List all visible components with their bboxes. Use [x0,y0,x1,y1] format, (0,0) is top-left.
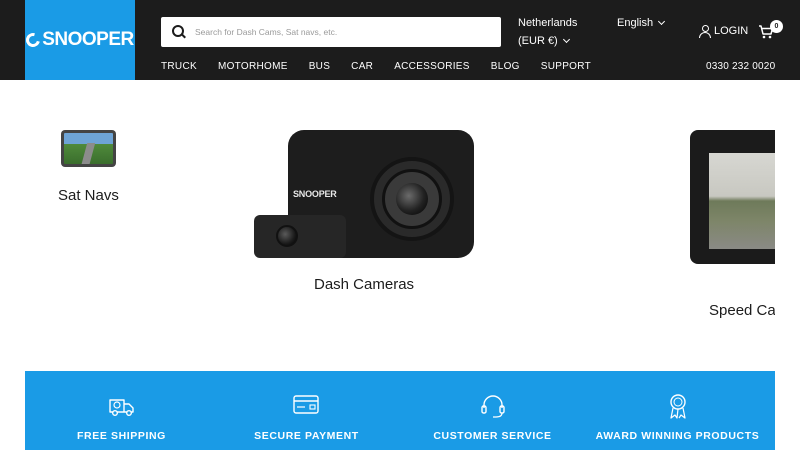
feature-title: AWARD WINNING PRODUCTS [595,430,760,442]
phone-number[interactable]: 0330 232 0020 [706,61,775,72]
language-label: English [617,17,654,29]
login-link[interactable]: LOGIN [699,25,749,38]
nav-truck[interactable]: TRUCK [161,61,197,72]
feature-title: CUSTOMER SERVICE [433,430,552,442]
currency-selector[interactable]: (EUR €) [518,35,570,47]
dashcam-brand-label: SNOOPER [293,189,337,199]
country-label: Netherlands [518,17,578,29]
logo-wordmark: SNOOPER [23,29,134,51]
nav-motorhome[interactable]: MOTORHOME [218,61,288,72]
dashcam-lens [396,183,428,215]
rear-camera-lens [276,225,298,247]
search-icon[interactable] [161,17,191,47]
delivery-truck-icon [109,399,134,417]
site-header: SNOOPER Netherlands (EUR €) English LOGI… [0,0,800,80]
chevron-down-icon [562,35,570,44]
user-icon [699,25,711,38]
category-speedcams[interactable]: Speed Ca [709,302,776,319]
feature-title: FREE SHIPPING [77,430,166,442]
features-strip: FREE SHIPPING SECURE PAYMENT CUSTOMER SE… [25,371,775,450]
country-selector[interactable]: Netherlands [518,17,577,29]
cart-count-badge: 0 [770,20,783,33]
login-label: LOGIN [714,25,749,37]
rear-camera-image [254,215,346,258]
headset-icon [481,395,505,418]
search-bar[interactable] [161,17,501,47]
chevron-down-icon [658,17,666,26]
category-dashcams[interactable]: Dash Cameras [314,276,414,293]
snooper-logo[interactable]: SNOOPER [23,0,135,80]
satnav-image[interactable] [61,130,116,167]
carousel-edge [775,80,800,370]
nav-car[interactable]: CAR [351,61,373,72]
nav-bus[interactable]: BUS [309,61,330,72]
feature-title: SECURE PAYMENT [254,430,359,442]
nav-support[interactable]: SUPPORT [541,61,591,72]
speedcam-screen [709,153,779,249]
language-selector[interactable]: English [617,17,666,29]
currency-label: (EUR €) [518,35,558,47]
credit-card-icon [293,395,319,414]
nav-blog[interactable]: BLOG [491,61,520,72]
logo-mark-icon [23,30,43,50]
category-satnavs[interactable]: Sat Navs [58,187,119,204]
search-input[interactable] [191,17,501,47]
main-nav: TRUCK MOTORHOME BUS CAR ACCESSORIES BLOG… [161,61,612,72]
logo-text: SNOOPER [42,29,134,50]
award-ribbon-icon [670,394,686,419]
nav-accessories[interactable]: ACCESSORIES [394,61,470,72]
satnav-screen [64,133,113,164]
